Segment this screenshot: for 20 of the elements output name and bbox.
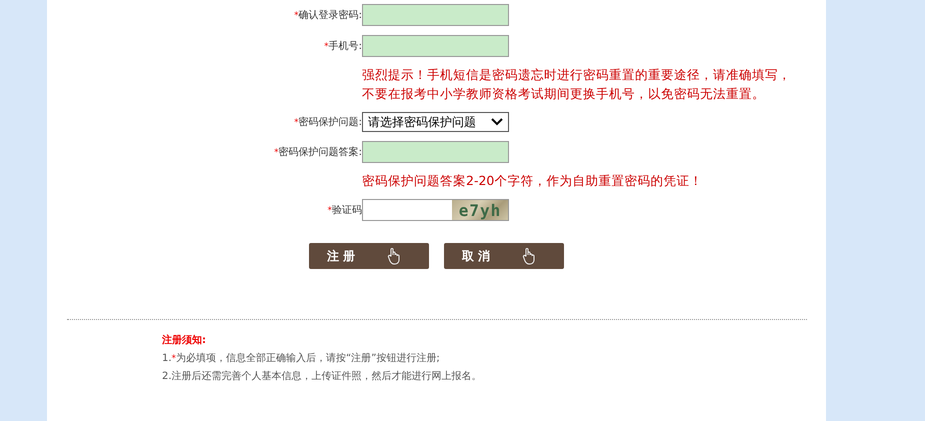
note-text: 2.注册后还需完善个人基本信息，上传证件照，然后才能进行网上报名。: [162, 370, 483, 384]
notes-title: 注册须知:: [162, 333, 207, 348]
field-label: *密码保护问题答案:: [273, 146, 362, 159]
hand-pointer-icon: [522, 247, 536, 265]
input-field[interactable]: [362, 4, 509, 26]
register-button[interactable]: 注 册: [309, 243, 429, 269]
input-field[interactable]: [362, 141, 509, 163]
input-field[interactable]: [362, 35, 509, 57]
cancel-button[interactable]: 取 消: [444, 243, 564, 269]
field-label: *手机号:: [323, 40, 362, 53]
hint-text: 强烈提示！手机短信是密码遗忘时进行密码重置的重要途径，请准确填写，: [362, 66, 792, 84]
chevron-down-icon: [491, 118, 503, 126]
hand-pointer-icon: [387, 247, 401, 265]
note-text: 1.*为必填项，信息全部正确输入后，请按“注册”按钮进行注册;: [162, 352, 441, 366]
hint-text: 不要在报考中小学教师资格考试期间更换手机号，以免密码无法重置。: [362, 85, 766, 103]
hint-text: 密码保护问题答案2-20个字符，作为自助重置密码的凭证！: [362, 172, 704, 190]
question-dropdown[interactable]: 请选择密码保护问题: [362, 112, 509, 132]
field-label: *验证码: [326, 204, 362, 217]
field-label: *确认登录密码:: [293, 8, 362, 22]
field-label: *密码保护问题:: [293, 116, 362, 129]
